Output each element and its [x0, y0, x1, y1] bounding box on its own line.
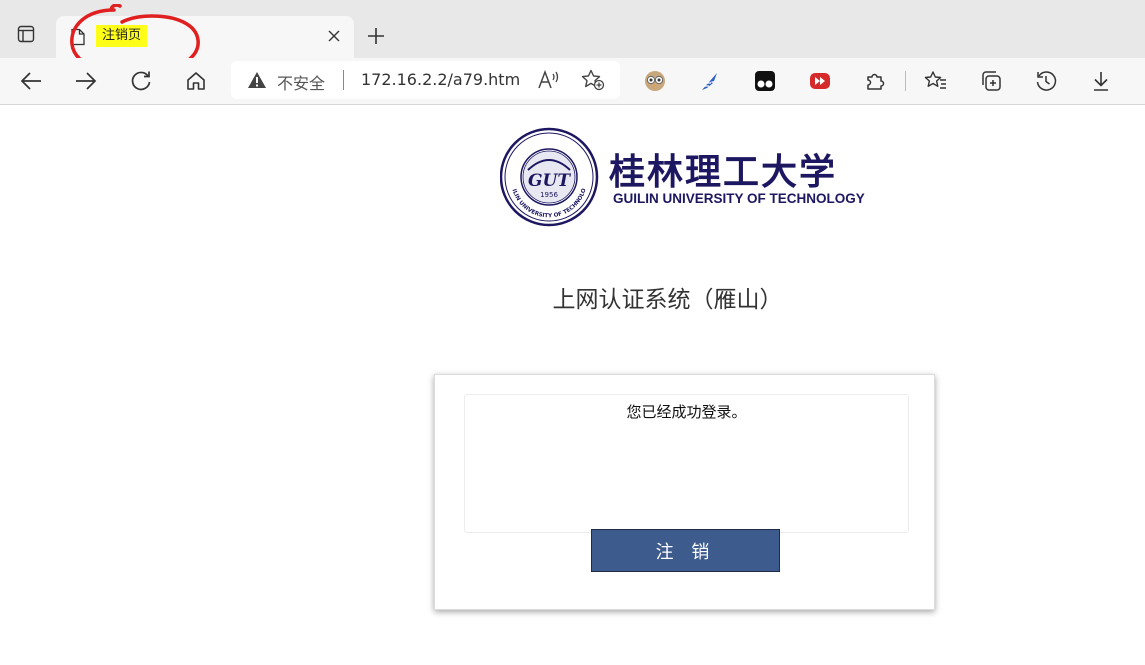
- collections-icon: [982, 71, 1001, 91]
- tab-actions-icon: [17, 25, 35, 43]
- emblem-year: 1956: [540, 191, 558, 199]
- page-icon: [71, 28, 85, 46]
- url-text[interactable]: 172.16.2.2/a79.htm: [361, 70, 520, 89]
- university-english-name: GUILIN UNIVERSITY OF TECHNOLOGY: [613, 191, 865, 206]
- toolbar-separator: [905, 71, 906, 91]
- history-button[interactable]: [1029, 65, 1063, 97]
- system-heading: 上网认证系统（雁山）: [552, 287, 783, 313]
- feather-extension-icon: [702, 73, 717, 90]
- logout-panel: 您已经成功登录。 注 销: [434, 374, 935, 610]
- download-icon: [1094, 72, 1108, 91]
- tab-title: 注销页: [96, 25, 148, 47]
- extension-feather[interactable]: [693, 65, 727, 97]
- address-separator: [343, 70, 344, 90]
- close-tab-button[interactable]: [324, 26, 344, 46]
- emblem-mark: GUT: [528, 171, 571, 191]
- address-bar[interactable]: 不安全 172.16.2.2/a79.htm: [231, 61, 620, 99]
- extension-tampermonkey[interactable]: [748, 65, 782, 97]
- security-label[interactable]: 不安全: [277, 70, 325, 94]
- favorites-icon: [924, 71, 946, 89]
- tampermonkey-icon: [755, 71, 775, 91]
- owl-extension-icon: [645, 71, 665, 91]
- forward-button[interactable]: [69, 65, 103, 97]
- plus-icon: [368, 28, 384, 44]
- browser-toolbar: 不安全 172.16.2.2/a79.htm: [0, 58, 1145, 105]
- tab-strip: 注销页: [0, 0, 1145, 58]
- extension-owl[interactable]: [638, 65, 672, 97]
- puzzle-icon: [867, 73, 885, 90]
- university-emblem: GUT 1956 GUILIN UNIVERSITY OF TECHNOLOGY: [497, 122, 599, 227]
- new-tab-button[interactable]: [362, 22, 390, 50]
- message-box: 您已经成功登录。: [464, 394, 909, 533]
- read-aloud-icon[interactable]: [537, 69, 561, 91]
- active-tab[interactable]: 注销页: [56, 16, 354, 58]
- favorites-button[interactable]: [919, 65, 953, 97]
- extensions-button[interactable]: [858, 65, 892, 97]
- arrow-right-icon: [76, 72, 97, 90]
- close-icon: [328, 30, 340, 42]
- login-status-message: 您已经成功登录。: [626, 403, 747, 421]
- refresh-icon: [131, 71, 151, 91]
- tab-actions-button[interactable]: [8, 16, 44, 52]
- home-icon: [187, 72, 205, 90]
- university-chinese-name: 桂林理工大学: [609, 151, 837, 193]
- back-button[interactable]: [14, 65, 48, 97]
- university-logo: GUT 1956 GUILIN UNIVERSITY OF TECHNOLOGY…: [497, 122, 872, 228]
- refresh-button[interactable]: [124, 65, 158, 97]
- home-button[interactable]: [179, 65, 213, 97]
- collections-button[interactable]: [974, 65, 1008, 97]
- add-favorite-icon[interactable]: [581, 69, 605, 91]
- history-icon: [1036, 71, 1057, 91]
- arrow-left-icon: [20, 72, 41, 90]
- extension-video[interactable]: [803, 65, 837, 97]
- downloads-button[interactable]: [1084, 65, 1118, 97]
- logout-button[interactable]: 注 销: [591, 529, 780, 572]
- warning-icon: [248, 72, 266, 88]
- video-extension-icon: [810, 73, 830, 89]
